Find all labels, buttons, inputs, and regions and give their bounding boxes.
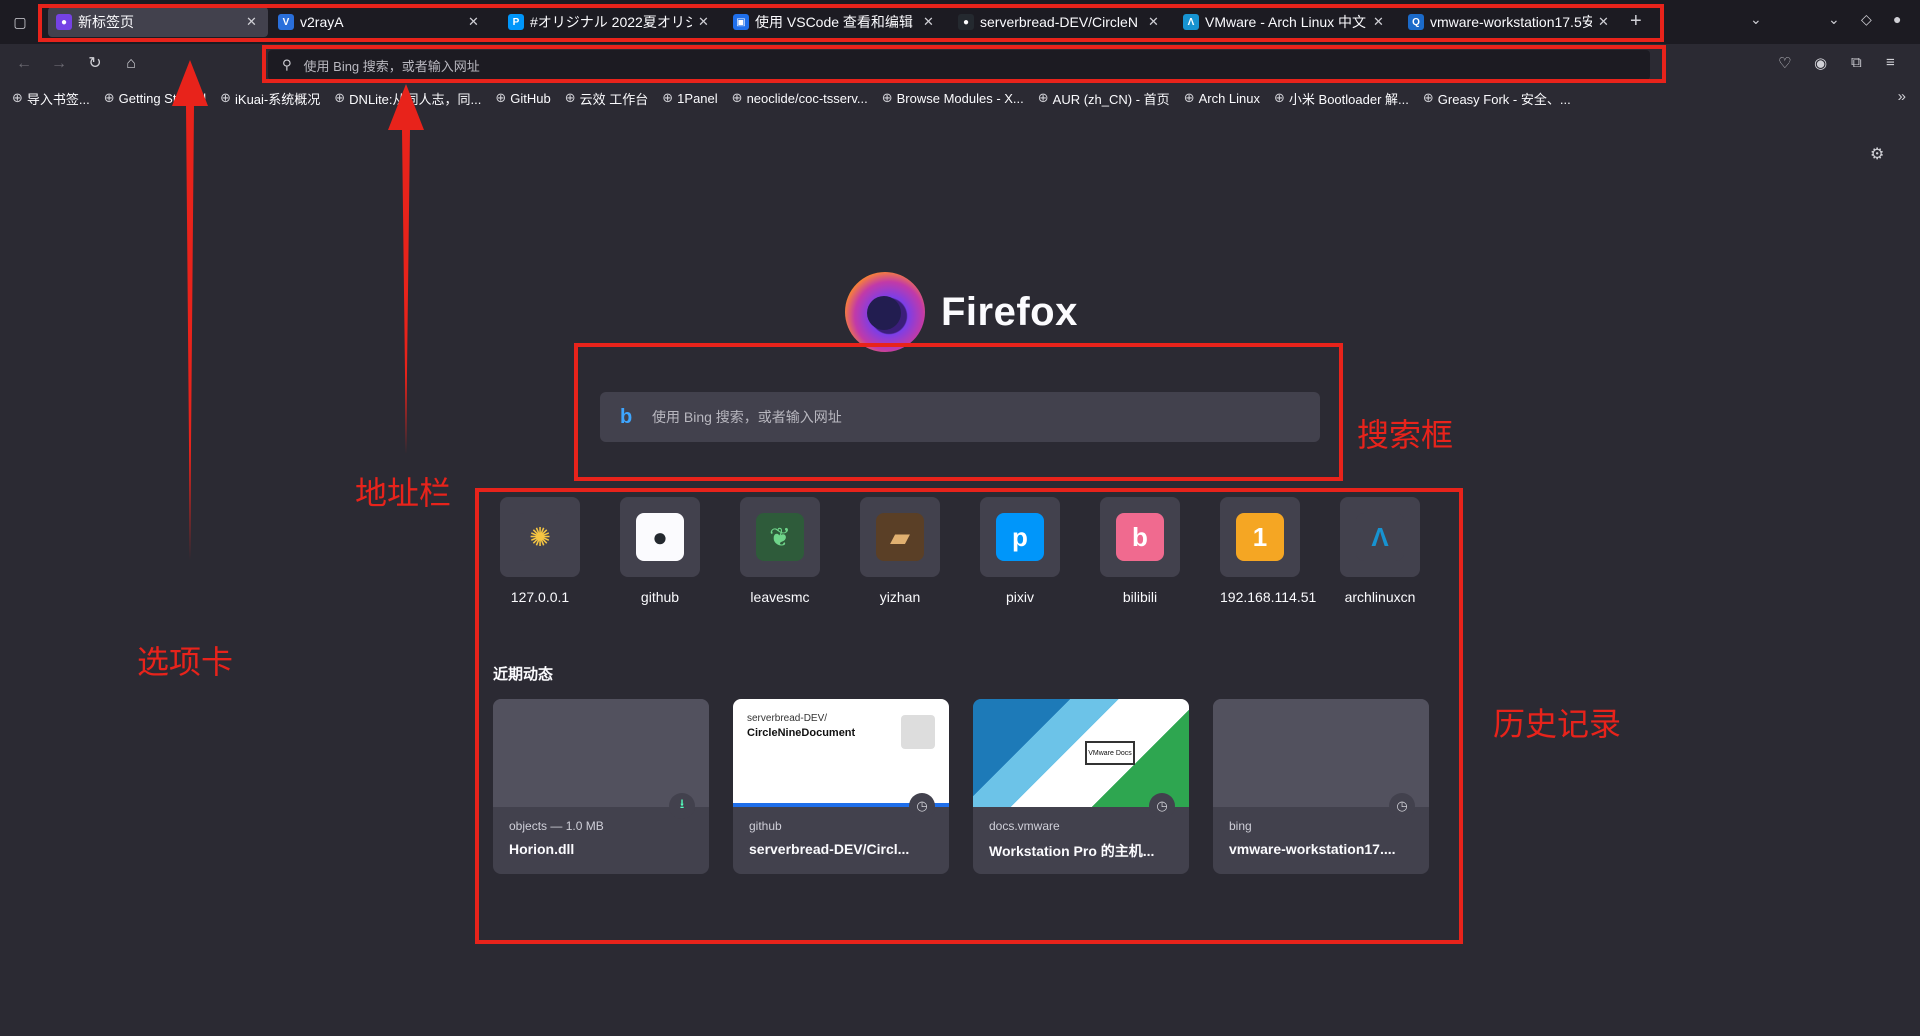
- globe-icon: ⊕: [12, 90, 23, 105]
- account-icon[interactable]: ◉: [1814, 54, 1827, 72]
- address-annotation-box: [262, 45, 1666, 83]
- bookmark-label: 1Panel: [677, 90, 718, 106]
- minimize-icon[interactable]: ⌄: [1828, 11, 1840, 28]
- globe-icon: ⊕: [881, 90, 893, 105]
- bookmark-label: Arch Linux: [1198, 90, 1261, 106]
- bookmark-label: 小米 Bootloader 解...: [1288, 91, 1409, 107]
- bookmark-item[interactable]: ⊕ 导入书签...: [12, 89, 90, 108]
- tabs-annotation-box: [38, 4, 1664, 42]
- bookmark-item[interactable]: ⊕ iKuai-系统概况: [220, 89, 320, 108]
- back-icon[interactable]: ←: [14, 54, 34, 74]
- bookmark-item[interactable]: ⊕ AUR (zh_CN) - 首页: [1038, 89, 1170, 108]
- tabs-label: 选项卡: [137, 644, 234, 680]
- bookmark-item[interactable]: ⊕ 云效 工作台: [565, 89, 649, 108]
- address-label: 地址栏: [355, 475, 452, 511]
- history-annotation-box: [475, 488, 1463, 944]
- extensions-icon[interactable]: ⧉: [1851, 54, 1862, 71]
- history-label: 历史记录: [1493, 706, 1622, 742]
- firefox-logo: Firefox: [845, 272, 1078, 352]
- bookmark-label: 导入书签...: [26, 91, 90, 107]
- globe-icon: ⊕: [1274, 90, 1285, 105]
- menu-icon[interactable]: ≡: [1886, 54, 1895, 71]
- globe-icon: ⊕: [103, 90, 115, 105]
- firefox-icon: [845, 272, 925, 352]
- bookmark-item[interactable]: ⊕ GitHub: [495, 90, 550, 106]
- maximize-icon[interactable]: ◇: [1861, 11, 1872, 28]
- globe-icon: ⊕: [1422, 90, 1434, 105]
- bookmark-label: iKuai-系统概况: [235, 91, 321, 107]
- globe-icon: ⊕: [334, 90, 346, 105]
- bookmarks-overflow-icon[interactable]: »: [1898, 88, 1906, 105]
- bookmark-label: neoclide/coc-tsserv...: [746, 90, 868, 106]
- list-all-tabs-icon[interactable]: ⌄: [1750, 11, 1762, 28]
- globe-icon: ⊕: [495, 90, 507, 105]
- address-arrow: [388, 84, 424, 454]
- bookmark-item[interactable]: ⊕ Arch Linux: [1184, 90, 1260, 106]
- globe-icon: ⊕: [1037, 90, 1049, 105]
- bookmark-item[interactable]: ⊕ Browse Modules - X...: [882, 90, 1024, 106]
- bookmark-item[interactable]: ⊕ neoclide/coc-tsserv...: [732, 90, 868, 106]
- bookmark-label: Browse Modules - X...: [896, 90, 1024, 106]
- bookmark-label: AUR (zh_CN) - 首页: [1052, 91, 1170, 107]
- close-window-icon[interactable]: ●: [1893, 11, 1901, 27]
- globe-icon: ⊕: [564, 90, 576, 105]
- bookmarks-toolbar: ⊕ 导入书签... ⊕ Getting Started ⊕ iKuai-系统概况 ⊕ DNLi…: [0, 84, 1920, 112]
- brand-name: Firefox: [941, 289, 1078, 334]
- tabs-arrow: [172, 60, 208, 560]
- search-label: 搜索框: [1357, 417, 1454, 453]
- bookmark-label: Greasy Fork - 安全、...: [1437, 91, 1571, 107]
- globe-icon: ⊕: [731, 90, 743, 105]
- bookmark-label: GitHub: [510, 90, 551, 106]
- search-annotation-box: [574, 343, 1343, 481]
- reload-icon[interactable]: ↻: [85, 54, 105, 74]
- tab-list-icon[interactable]: ▢: [10, 12, 30, 32]
- settings-gear-icon[interactable]: ⚙: [1870, 144, 1884, 164]
- home-icon[interactable]: ⌂: [121, 54, 141, 74]
- globe-icon: ⊕: [662, 90, 674, 105]
- globe-icon: ⊕: [1183, 90, 1195, 105]
- globe-icon: ⊕: [220, 90, 232, 105]
- pocket-icon[interactable]: ♡: [1778, 54, 1791, 72]
- bookmark-item[interactable]: ⊕ 1Panel: [662, 90, 717, 106]
- bookmark-label: 云效 工作台: [579, 91, 649, 107]
- bookmark-item[interactable]: ⊕ 小米 Bootloader 解...: [1274, 89, 1409, 108]
- forward-icon[interactable]: →: [49, 54, 69, 74]
- bookmark-item[interactable]: ⊕ Greasy Fork - 安全、...: [1423, 89, 1571, 108]
